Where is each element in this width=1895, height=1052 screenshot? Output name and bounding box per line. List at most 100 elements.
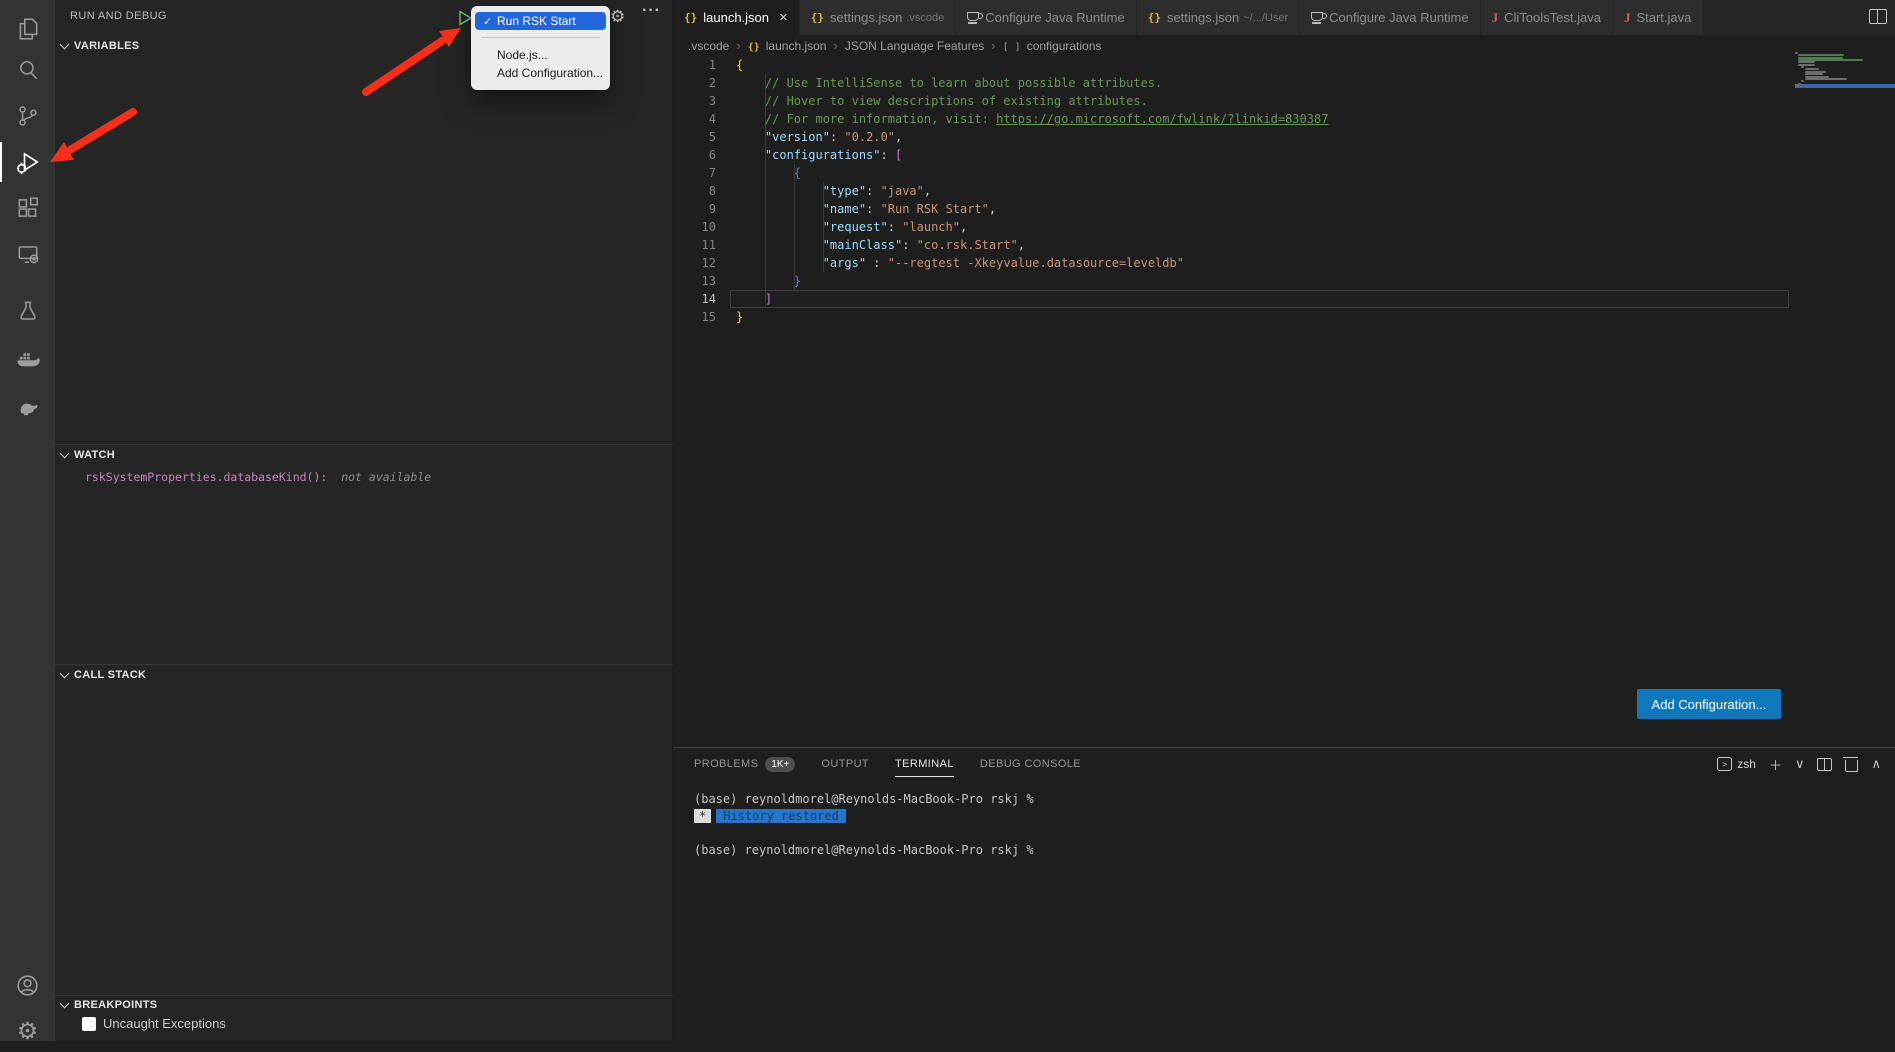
terminal-line: (base) reynoldmorel@Reynolds-MacBook-Pro… — [694, 790, 1034, 807]
code-text: } — [736, 310, 743, 324]
code-line-12[interactable]: 12 "args" : "--regtest -Xkeyvalue.dataso… — [673, 254, 1895, 272]
watch-section-header[interactable]: WATCH — [61, 449, 115, 461]
menu-separator — [481, 37, 600, 38]
line-number: 4 — [673, 112, 716, 126]
sidebar-title: RUN AND DEBUG — [70, 10, 167, 22]
watch-value: not available — [334, 470, 431, 484]
watch-expression: rskSystemProperties.databaseKind(): — [85, 470, 327, 484]
activity-bar: ⚙ — [0, 0, 55, 1041]
section-divider — [55, 995, 673, 996]
menu-item-Node.js...[interactable]: ✓Node.js... — [475, 46, 606, 64]
minimap-line — [1801, 80, 1804, 82]
variables-section-header[interactable]: VARIABLES — [61, 40, 139, 52]
code-line-8[interactable]: 8 "type": "java", — [673, 182, 1895, 200]
menu-item-label: Add Configuration... — [497, 66, 603, 80]
minimap-line — [1805, 73, 1823, 75]
menu-item-label: Node.js... — [497, 48, 548, 62]
docker-icon[interactable] — [0, 340, 55, 380]
minimap-current-line — [1795, 84, 1895, 88]
minimap-line — [1801, 66, 1804, 68]
code-line-3[interactable]: 3 // Hover to view descriptions of exist… — [673, 92, 1895, 110]
code-text: // Hover to view descriptions of existin… — [736, 94, 1148, 108]
chevron-down-icon — [60, 449, 70, 459]
code-text: { — [736, 58, 743, 72]
code-line-10[interactable]: 10 "request": "launch", — [673, 218, 1895, 236]
code-line-2[interactable]: 2 // Use IntelliSense to learn about pos… — [673, 74, 1895, 92]
check-icon: ✓ — [483, 15, 497, 28]
testing-icon[interactable] — [0, 291, 55, 331]
more-actions-icon[interactable]: ··· — [642, 2, 661, 20]
breakpoints-section-header[interactable]: BREAKPOINTS — [61, 999, 157, 1011]
terminal-line: * History restored — [694, 807, 846, 824]
code-text: "version": "0.2.0", — [736, 130, 902, 144]
section-divider — [55, 664, 673, 665]
terminal-output[interactable]: (base) reynoldmorel@Reynolds-MacBook-Pro… — [673, 748, 1895, 1042]
code-line-11[interactable]: 11 "mainClass": "co.rsk.Start", — [673, 236, 1895, 254]
gradle-icon[interactable] — [0, 388, 55, 428]
code-text: "args" : "--regtest -Xkeyvalue.datasourc… — [736, 256, 1184, 270]
menu-item-label: Run RSK Start — [497, 14, 576, 28]
code-line-4[interactable]: 4 // For more information, visit: https:… — [673, 110, 1895, 128]
code-line-7[interactable]: 7 { — [673, 164, 1895, 182]
menu-item-Add Configuration...[interactable]: ✓Add Configuration... — [475, 64, 606, 82]
line-number: 3 — [673, 94, 716, 108]
code-text: } — [736, 274, 801, 288]
line-number: 2 — [673, 76, 716, 90]
history-restored-label: History restored — [716, 809, 846, 823]
extensions-icon[interactable] — [0, 188, 55, 228]
minimap-line — [1795, 85, 1798, 87]
chevron-down-icon — [60, 40, 70, 50]
run-and-debug-icon[interactable] — [0, 142, 55, 182]
minimap[interactable] — [1795, 52, 1895, 122]
code-text: // For more information, visit: https://… — [736, 112, 1328, 126]
chevron-down-icon — [60, 669, 70, 679]
line-number: 15 — [673, 310, 716, 324]
code-line-1[interactable]: 1{ — [673, 56, 1895, 74]
line-number: 5 — [673, 130, 716, 144]
search-icon[interactable] — [0, 50, 55, 90]
debug-sidebar: RUN AND DEBUG VARIABLES WATCH rskSystemP… — [55, 0, 673, 1041]
code-line-15[interactable]: 15} — [673, 308, 1895, 326]
history-restored-star: * — [694, 809, 711, 823]
terminal-line: (base) reynoldmorel@Reynolds-MacBook-Pro… — [694, 841, 1034, 858]
debug-settings-gear-icon[interactable]: ⚙ — [610, 7, 625, 27]
settings-gear-icon[interactable]: ⚙ — [0, 1012, 55, 1052]
code-text: "configurations": [ — [736, 148, 902, 162]
code-editor[interactable]: 1{2 // Use IntelliSense to learn about p… — [673, 0, 1895, 747]
add-configuration-button[interactable]: Add Configuration... — [1637, 689, 1781, 719]
code-text: "type": "java", — [736, 184, 931, 198]
code-line-5[interactable]: 5 "version": "0.2.0", — [673, 128, 1895, 146]
code-text: // Use IntelliSense to learn about possi… — [736, 76, 1162, 90]
code-text: "name": "Run RSK Start", — [736, 202, 996, 216]
code-line-6[interactable]: 6 "configurations": [ — [673, 146, 1895, 164]
accounts-icon[interactable] — [0, 965, 55, 1005]
code-text: "request": "launch", — [736, 220, 967, 234]
code-text: "mainClass": "co.rsk.Start", — [736, 238, 1025, 252]
chevron-down-icon — [60, 999, 70, 1009]
code-text: { — [736, 166, 801, 180]
code-line-14[interactable]: 14 ] — [673, 290, 1895, 308]
line-number: 9 — [673, 202, 716, 216]
explorer-icon[interactable] — [0, 9, 55, 49]
line-number: 1 — [673, 58, 716, 72]
menu-item-Run RSK Start[interactable]: ✓Run RSK Start — [475, 12, 606, 30]
editor-group: {}launch.json×{}settings.json.vscodeConf… — [673, 0, 1895, 747]
section-divider — [55, 444, 673, 445]
watch-expression-row[interactable]: rskSystemProperties.databaseKind(): not … — [85, 470, 431, 484]
debug-configuration-menu: ✓Run RSK Start✓Node.js...✓Add Configurat… — [471, 6, 610, 90]
call-stack-section-header[interactable]: CALL STACK — [61, 669, 146, 681]
line-number: 13 — [673, 274, 716, 288]
breakpoint-row: Uncaught Exceptions — [82, 1016, 226, 1031]
code-line-13[interactable]: 13 } — [673, 272, 1895, 290]
vscode-window: ⚙ RUN AND DEBUG VARIABLES WATCH rskSyste… — [0, 0, 1895, 1041]
line-number: 11 — [673, 238, 716, 252]
line-number: 8 — [673, 184, 716, 198]
minimap-line — [1798, 83, 1801, 85]
breakpoint-label: Uncaught Exceptions — [103, 1016, 226, 1031]
uncaught-exceptions-checkbox[interactable] — [82, 1017, 96, 1031]
line-number: 14 — [673, 292, 716, 306]
source-control-icon[interactable] — [0, 96, 55, 136]
remote-explorer-icon[interactable] — [0, 234, 55, 274]
code-line-9[interactable]: 9 "name": "Run RSK Start", — [673, 200, 1895, 218]
line-number: 6 — [673, 148, 716, 162]
